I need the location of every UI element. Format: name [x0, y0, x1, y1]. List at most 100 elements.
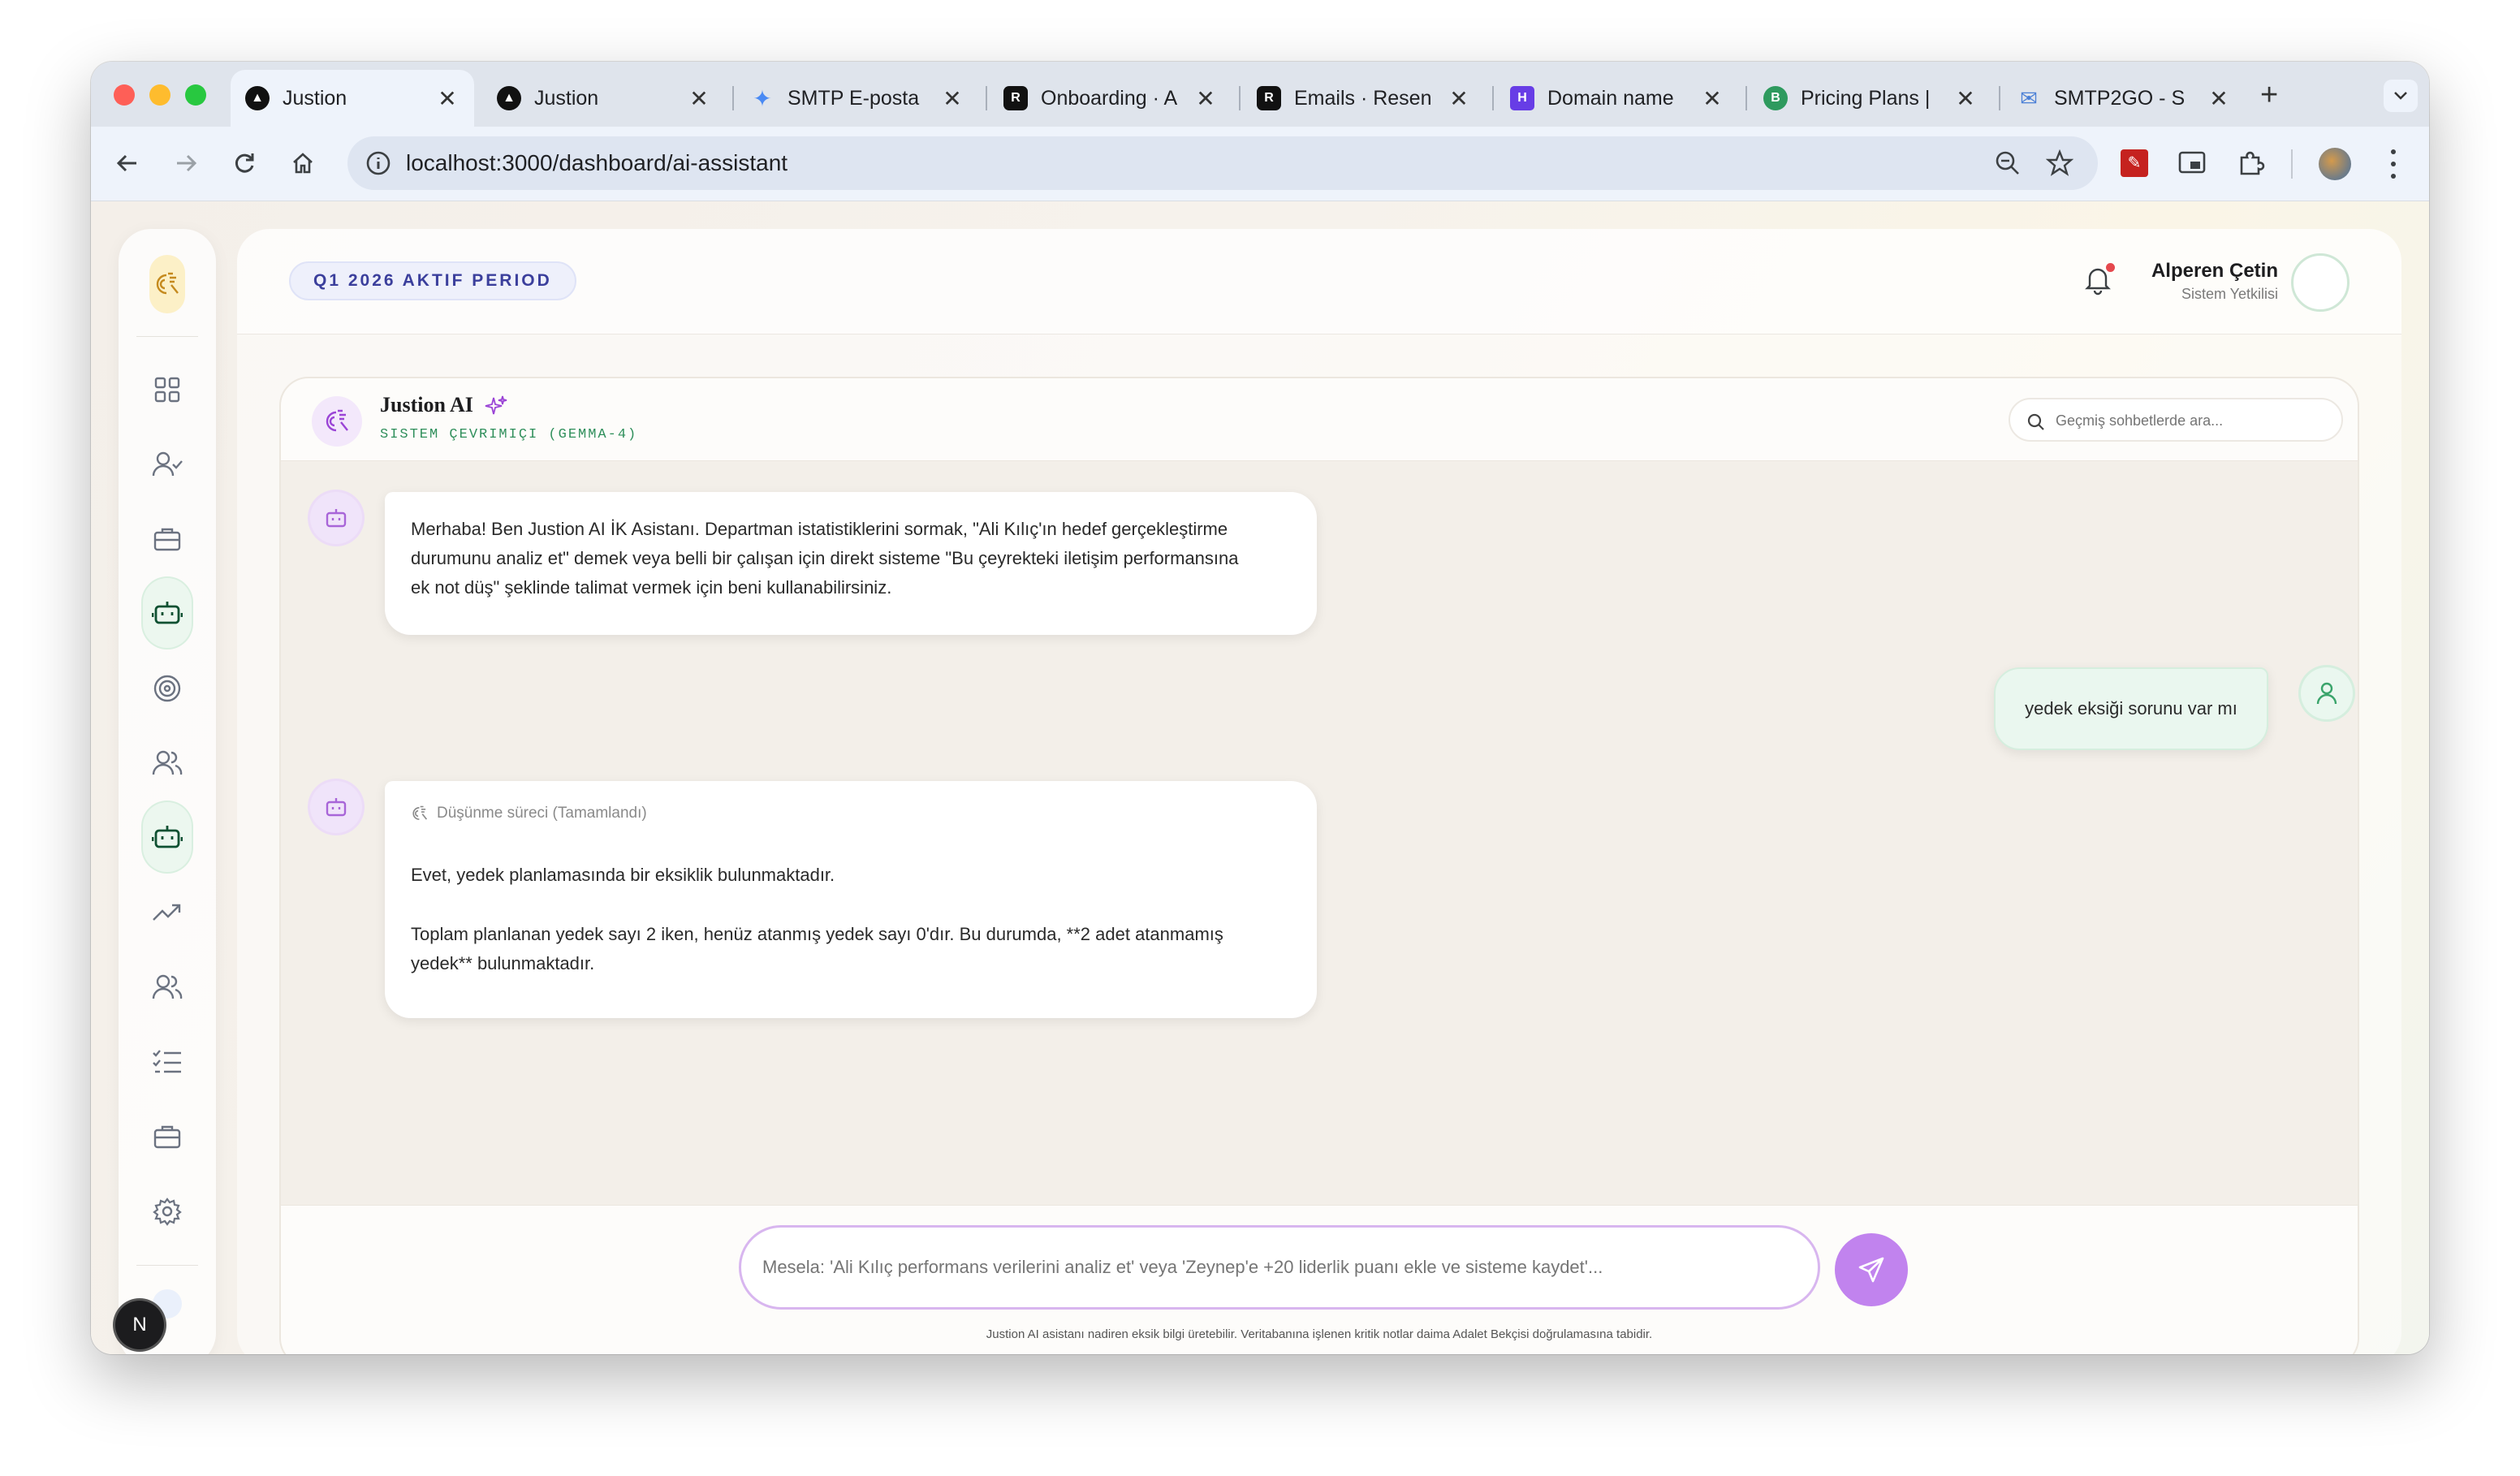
ai-logo [312, 396, 362, 447]
close-icon[interactable]: ✕ [1953, 85, 1978, 112]
close-icon[interactable]: ✕ [1700, 85, 1724, 112]
forward-button[interactable] [167, 145, 205, 182]
triangle-logo-icon: ▲ [497, 86, 521, 110]
info-icon[interactable] [365, 150, 391, 176]
close-icon[interactable]: ✕ [1193, 85, 1218, 112]
close-icon[interactable]: ✕ [435, 85, 460, 112]
close-icon[interactable]: ✕ [940, 85, 964, 112]
reload-button[interactable] [226, 145, 263, 182]
history-search[interactable] [2009, 398, 2343, 442]
grid-icon [154, 377, 180, 403]
sidebar-item-settings[interactable] [143, 1187, 192, 1236]
send-button[interactable] [1835, 1233, 1908, 1306]
sidebar-item-ai-assistant[interactable] [143, 578, 192, 648]
message-line: yedek** bulunmaktadır. [411, 953, 595, 973]
bookmark-star-icon[interactable] [2046, 149, 2073, 177]
sidebar-item-ai-chat[interactable] [143, 802, 192, 872]
arrow-right-icon [177, 154, 197, 172]
sidebar-item-jobs[interactable] [143, 1112, 192, 1161]
users-icon [152, 750, 183, 775]
assistant-message-bubble: Merhaba! Ben Justion AI İK Asistanı. Dep… [385, 492, 1317, 635]
profile-avatar[interactable] [2319, 148, 2351, 180]
bot-icon [152, 826, 183, 848]
tab-6[interactable]: B Pricing Plans | ✕ [1749, 70, 1992, 127]
menu-kebab-icon[interactable] [2385, 146, 2401, 182]
thinking-process-toggle[interactable]: Düşünme süreci (Tamamlandı) [411, 799, 1291, 828]
tab-1[interactable]: ▲ Justion ✕ [482, 70, 726, 127]
period-label: Q1 2026 AKTIF PERIOD [313, 271, 552, 290]
search-icon [2027, 413, 2044, 430]
bot-icon [326, 509, 347, 528]
b-logo-icon: B [1763, 86, 1788, 110]
sidebar-item-user-check[interactable] [143, 440, 192, 489]
close-window-button[interactable] [114, 84, 135, 106]
tab-7[interactable]: ✉ SMTP2GO - S ✕ [2002, 70, 2246, 127]
chat-title: Justion AI [380, 393, 473, 416]
notifications-button[interactable] [2082, 263, 2119, 300]
sidebar-item-tasks[interactable] [143, 1038, 192, 1086]
online-status: SISTEM ÇEVRIMIÇI (GEMMA-4) [380, 427, 638, 442]
tab-title: SMTP E-posta [788, 86, 920, 110]
sidebar-item-targets[interactable] [143, 664, 192, 713]
maximize-window-button[interactable] [185, 84, 206, 106]
top-header: Q1 2026 AKTIF PERIOD Alperen Çetin Siste… [237, 229, 2401, 334]
justion-logo-icon [326, 409, 348, 432]
home-icon [293, 153, 313, 174]
notification-dot [2106, 263, 2115, 272]
tab-title: Onboarding · A [1041, 86, 1178, 110]
zoom-icon[interactable] [1994, 149, 2022, 177]
sidebar-item-users[interactable] [143, 739, 192, 788]
target-icon [153, 675, 181, 702]
user-info[interactable]: Alperen Çetin Sistem Yetkilisi [2148, 258, 2278, 304]
extensions-puzzle-icon[interactable] [2236, 148, 2267, 179]
minimize-window-button[interactable] [149, 84, 170, 106]
user-icon [2316, 682, 2337, 705]
message-input[interactable] [739, 1225, 1820, 1310]
home-button[interactable] [284, 145, 321, 182]
chevron-down-icon [2394, 92, 2407, 100]
user-message-avatar [2301, 667, 2353, 719]
briefcase-icon [153, 1125, 181, 1149]
close-icon[interactable]: ✕ [2207, 85, 2231, 112]
address-bar[interactable]: localhost:3000/dashboard/ai-assistant [347, 136, 2098, 190]
tab-title: Emails · Resen [1294, 86, 1432, 110]
tab-0[interactable]: ▲ Justion ✕ [231, 70, 474, 127]
new-tab-button[interactable]: + [2260, 80, 2278, 110]
user-role: Sistem Yetkilisi [2181, 286, 2278, 302]
tab-search-button[interactable] [2384, 80, 2418, 112]
close-icon[interactable]: ✕ [1447, 85, 1471, 112]
sidebar-item-dashboard[interactable] [143, 365, 192, 414]
message-line: Evet, yedek planlamasında bir eksiklik b… [411, 865, 835, 885]
mail-icon: ✉ [2020, 85, 2038, 110]
close-icon[interactable]: ✕ [687, 85, 711, 112]
assistant-avatar [310, 492, 362, 544]
sidebar-item-team[interactable] [143, 963, 192, 1012]
reload-icon [235, 153, 254, 173]
sidebar-item-briefcase[interactable] [143, 515, 192, 563]
user-avatar[interactable] [2291, 253, 2350, 312]
chat-header: Justion AI SISTEM ÇEVRIMIÇI (GEMMA-4) [281, 378, 2358, 461]
bot-icon [326, 798, 347, 817]
message-line: Toplam planlanan yedek sayı 2 iken, henü… [411, 924, 1223, 944]
tab-3[interactable]: R Onboarding · A ✕ [989, 70, 1232, 127]
message-text: yedek eksiği sorunu var mı [2025, 698, 2237, 719]
tab-2[interactable]: ✦ SMTP E-posta ✕ [736, 70, 979, 127]
tab-4[interactable]: R Emails · Resen ✕ [1242, 70, 1486, 127]
cast-icon[interactable] [2177, 149, 2207, 177]
tab-strip: ▲ Justion ✕ ▲ Justion ✕ ✦ SMTP E-posta ✕… [91, 62, 2429, 127]
app-logo[interactable] [149, 255, 185, 313]
message-line: Merhaba! Ben Justion AI İK Asistanı. Dep… [411, 519, 1228, 539]
justion-logo-icon [412, 805, 428, 820]
back-button[interactable] [109, 145, 146, 182]
browser-window: ▲ Justion ✕ ▲ Justion ✕ ✦ SMTP E-posta ✕… [91, 62, 2429, 1354]
message-input-field[interactable] [762, 1251, 1785, 1284]
floating-dev-badge[interactable]: N [115, 1301, 164, 1349]
gear-icon [153, 1198, 182, 1226]
extension-red-icon[interactable]: ✎ [2121, 149, 2148, 177]
sidebar-item-trends[interactable] [143, 888, 192, 937]
sparkles-icon [485, 395, 507, 415]
tab-5[interactable]: H Domain name ✕ [1495, 70, 1739, 127]
app-root: Q1 2026 AKTIF PERIOD Alperen Çetin Siste… [91, 201, 2429, 1354]
search-input[interactable] [2056, 408, 2324, 434]
url-text[interactable]: localhost:3000/dashboard/ai-assistant [406, 150, 788, 176]
